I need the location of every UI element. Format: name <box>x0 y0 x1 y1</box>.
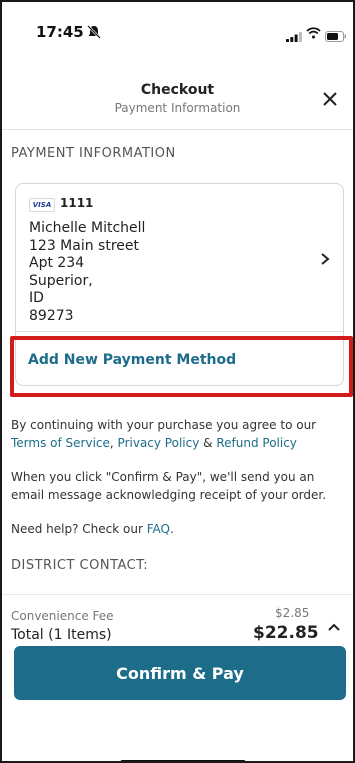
address-line: 89273 <box>29 307 74 324</box>
refund-policy-link[interactable]: Refund Policy <box>216 436 297 450</box>
payment-section-label: PAYMENT INFORMATION <box>11 146 176 161</box>
confirmation-text-line-1: When you click "Confirm & Pay", we'll se… <box>11 470 315 484</box>
highlight-box <box>10 336 353 397</box>
status-bar: 17:45 <box>2 2 353 58</box>
help-text: Need help? Check our <box>11 522 143 536</box>
page-title: Checkout <box>140 82 215 98</box>
faq-link[interactable]: FAQ <box>147 522 170 536</box>
convenience-fee-label: Convenience Fee <box>11 609 114 623</box>
terms-paragraph: By continuing with your purchase you agr… <box>11 416 351 452</box>
address-line: ID <box>29 290 44 306</box>
help-period: . <box>169 522 174 536</box>
phone-screen: 17:45 Checkout Payment Information PAYME… <box>0 0 355 763</box>
address-line: Superior, <box>29 272 93 289</box>
chevron-up-icon[interactable] <box>327 617 341 636</box>
terms-of-service-link[interactable]: Terms of Service <box>11 436 110 450</box>
confirm-and-pay-button[interactable]: Confirm & Pay <box>14 646 346 700</box>
comma-text: , <box>109 436 114 450</box>
cardholder-name: Michelle Mitchell <box>29 220 146 236</box>
confirmation-text-line-2: email message acknowledging receipt of y… <box>11 488 327 502</box>
billing-address: Michelle Mitchell 123 Main street Apt 23… <box>29 220 145 325</box>
card-divider <box>16 331 343 332</box>
bell-muted-icon <box>86 24 102 43</box>
privacy-policy-link[interactable]: Privacy Policy <box>118 436 200 450</box>
help-paragraph: Need help? Check our FAQ. <box>11 520 351 538</box>
signal-icon <box>286 27 302 46</box>
convenience-fee-value: $2.85 <box>275 606 310 620</box>
total-value: $22.85 <box>253 623 319 643</box>
terms-text: By continuing with your purchase you agr… <box>11 418 317 432</box>
ampersand-text: & <box>203 436 213 450</box>
checkout-header: Checkout Payment Information <box>2 72 353 130</box>
close-icon[interactable] <box>321 90 339 108</box>
chevron-right-icon[interactable] <box>320 251 330 270</box>
battery-icon <box>325 27 347 46</box>
address-line: Apt 234 <box>29 255 85 271</box>
visa-logo-icon: VISA <box>29 198 55 212</box>
page-subtitle: Payment Information <box>114 101 241 115</box>
order-summary-footer: Convenience Fee $2.85 Total (1 Items) $2… <box>2 594 353 761</box>
status-time: 17:45 <box>36 23 84 41</box>
card-last4: 1111 <box>60 196 94 210</box>
total-label: Total (1 Items) <box>11 627 112 643</box>
wifi-icon <box>306 24 321 43</box>
address-line: 123 Main street <box>29 237 139 254</box>
confirmation-paragraph: When you click "Confirm & Pay", we'll se… <box>11 468 351 504</box>
district-contact-label: DISTRICT CONTACT: <box>11 558 149 573</box>
